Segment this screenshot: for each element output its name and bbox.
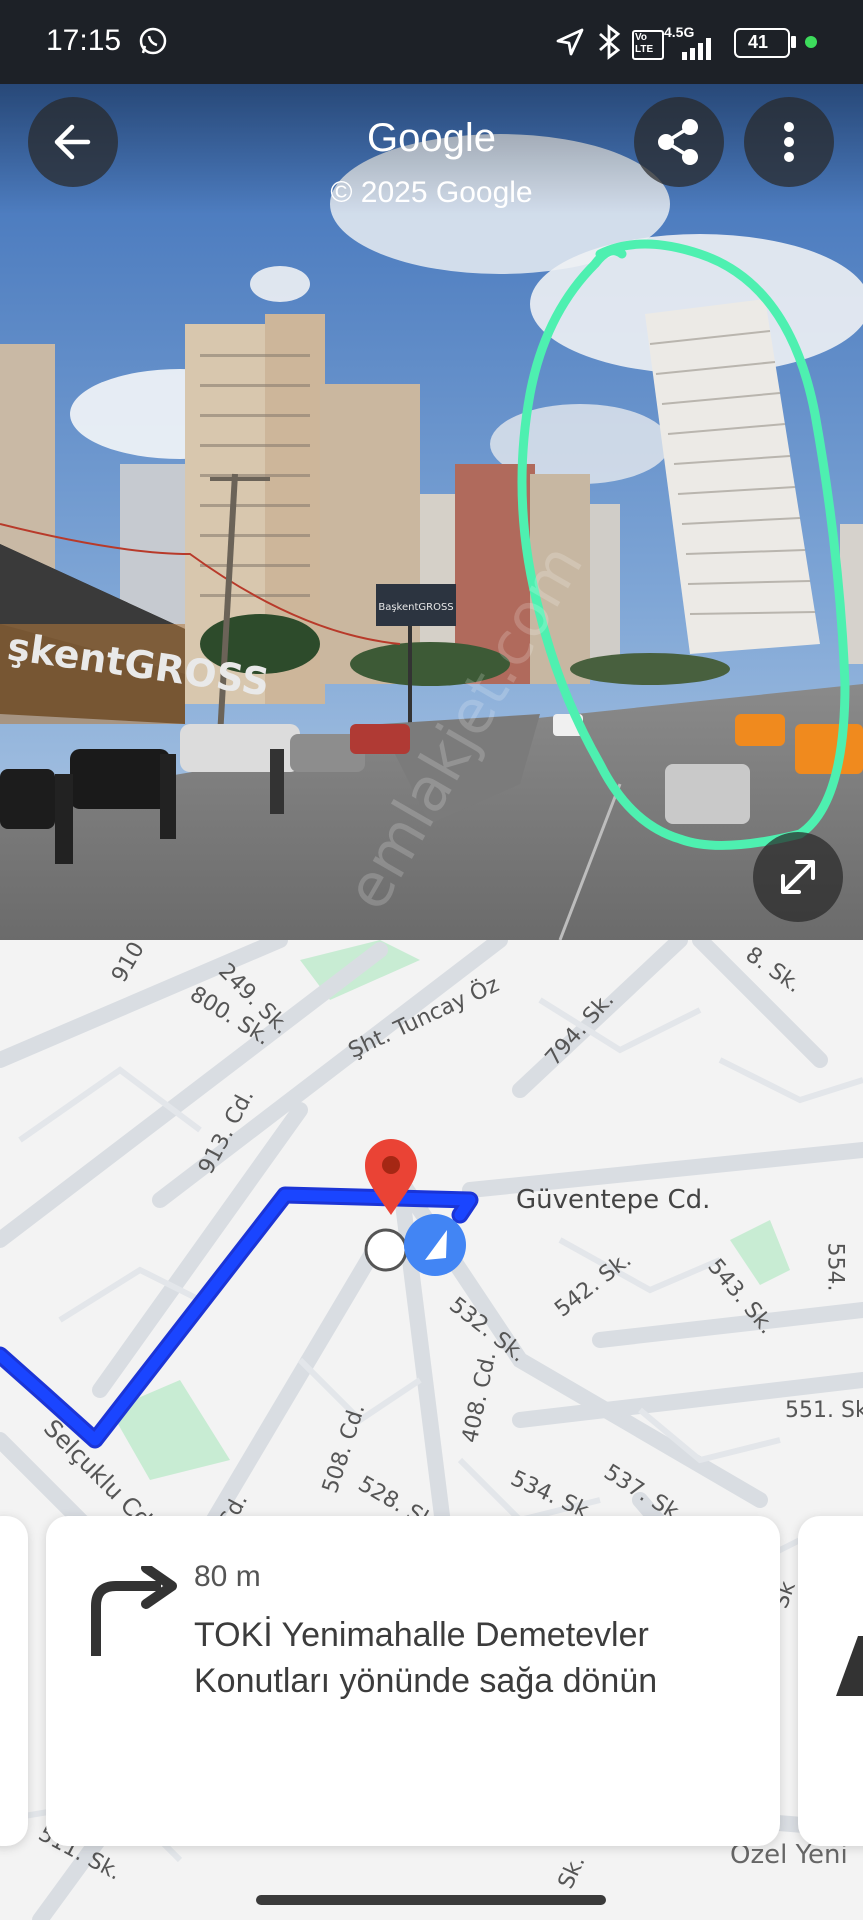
status-bar: 17:15 Vo LTE 4.5G 41 [0,0,863,84]
expand-icon [781,860,815,894]
share-button[interactable] [634,97,724,187]
next-step-card[interactable] [798,1516,863,1846]
whatsapp-icon [139,27,167,55]
bluetooth-icon [599,24,621,60]
signal-icon [682,38,711,60]
share-icon [658,119,698,165]
step-distance: 80 m [194,1560,261,1593]
svg-text:BaşkentGROSS: BaşkentGROSS [378,602,453,613]
step-instruction: TOKİ Yenimahalle Demetevler Konutları yö… [194,1616,658,1700]
next-step-turn-icon [836,1636,863,1696]
turn-right-icon [91,1566,177,1656]
battery-tip [791,36,796,48]
map-label: Güventepe Cd. [516,1185,711,1215]
expand-button[interactable] [753,832,843,922]
more-options-button[interactable] [744,97,834,187]
battery-icon: 41 [734,28,790,58]
home-indicator[interactable] [256,1895,606,1905]
map-label: 551. Sk [785,1398,863,1423]
more-vert-icon [784,122,794,162]
location-arrow-icon [556,28,584,56]
map-label: 554. [822,1242,848,1292]
navigation-step-card[interactable]: 80 m TOKİ Yenimahalle Demetevler Konutla… [46,1516,780,1846]
status-time: 17:15 [46,24,122,57]
volte-icon: Vo LTE [632,30,664,60]
privacy-dot [805,36,817,48]
previous-step-card[interactable] [0,1516,28,1846]
street-view-title: Google [367,116,496,160]
copyright-text: © 2025 Google [330,176,533,209]
my-location-icon [364,1214,466,1276]
